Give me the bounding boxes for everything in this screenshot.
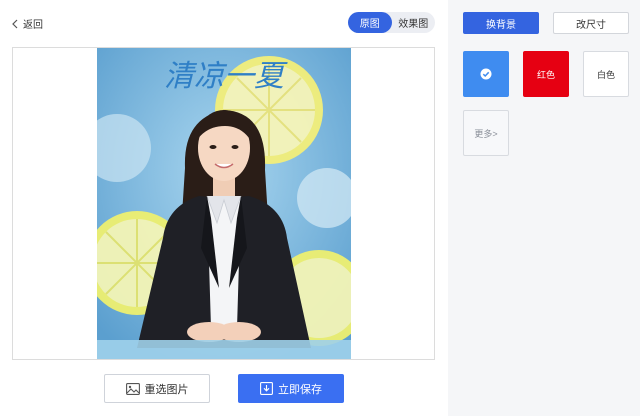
tab-change-background[interactable]: 换背景: [463, 12, 539, 34]
red-label: 红色: [536, 69, 555, 80]
chevron-left-icon: [10, 17, 20, 31]
back-button[interactable]: 返回: [10, 16, 43, 31]
download-icon: [260, 382, 273, 395]
check-circle-icon: [480, 68, 492, 80]
view-toggle: 原图 效果图: [348, 12, 435, 33]
save-now-button[interactable]: 立即保存: [238, 374, 344, 403]
portrait-illustration: 清凉一夏: [97, 48, 351, 359]
portrait-photo: 清凉一夏: [97, 48, 351, 359]
tab-change-size[interactable]: 改尺寸: [553, 12, 629, 34]
more-label: 更多>: [474, 128, 498, 139]
save-label: 立即保存: [278, 383, 322, 396]
back-label: 返回: [23, 20, 43, 31]
reselect-label: 重选图片: [144, 383, 189, 396]
image-icon: [125, 382, 140, 395]
photo-frame: 清凉一夏: [12, 47, 435, 360]
bg-color-blue[interactable]: [463, 51, 509, 97]
toggle-effect[interactable]: 效果图: [392, 12, 436, 33]
white-label: 白色: [596, 69, 615, 80]
more-colors-button[interactable]: 更多>: [463, 110, 509, 156]
bg-color-white[interactable]: 白色: [583, 51, 629, 97]
toggle-original[interactable]: 原图: [348, 12, 392, 33]
bg-color-red[interactable]: 红色: [523, 51, 569, 97]
editor-area: 返回 原图 效果图 清凉一夏 重选图片 立即保存: [0, 0, 448, 416]
reselect-image-button[interactable]: 重选图片: [104, 374, 210, 403]
photo-title-text: 清凉一夏: [164, 59, 288, 94]
